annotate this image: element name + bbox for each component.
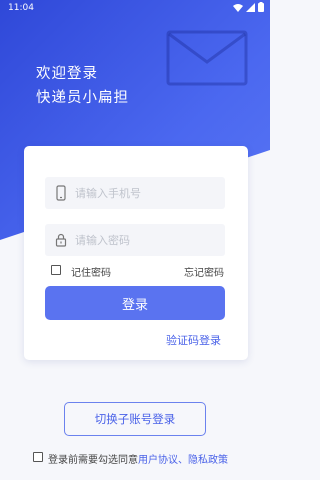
app-name: 快递员小扁担 xyxy=(36,90,129,106)
phone-field xyxy=(45,177,225,209)
login-card: 记住密码 忘记密码 登录 验证码登录 xyxy=(24,146,248,360)
status-bar: 11:04 xyxy=(0,0,270,16)
password-input[interactable] xyxy=(75,224,220,256)
lock-icon xyxy=(55,233,67,247)
phone-icon xyxy=(56,185,66,201)
switch-sub-account-button[interactable]: 切换子账号登录 xyxy=(64,402,206,436)
agreement-text: 登录前需要勾选同意用户协议、隐私政策 xyxy=(48,451,228,466)
remember-password-label: 记住密码 xyxy=(71,268,111,279)
forgot-password-link[interactable]: 忘记密码 xyxy=(184,264,224,279)
wifi-icon xyxy=(233,3,243,12)
status-icons xyxy=(233,2,264,12)
privacy-policy-link[interactable]: 隐私政策 xyxy=(188,455,228,466)
login-button[interactable]: 登录 xyxy=(45,286,225,320)
welcome-title: 欢迎登录 xyxy=(36,66,98,82)
status-time: 11:04 xyxy=(8,3,34,13)
sms-login-link[interactable]: 验证码登录 xyxy=(166,332,221,348)
remember-password-checkbox[interactable] xyxy=(51,265,61,275)
agreement-prefix: 登录前需要勾选同意 xyxy=(48,455,138,466)
password-field xyxy=(45,224,225,256)
agreement-checkbox[interactable] xyxy=(33,452,43,462)
battery-icon xyxy=(258,2,264,12)
user-agreement-link[interactable]: 用户协议 xyxy=(138,455,178,466)
signal-icon xyxy=(246,2,255,12)
phone-input[interactable] xyxy=(75,177,220,209)
envelope-icon xyxy=(166,30,248,86)
agreement-separator: 、 xyxy=(178,455,188,466)
